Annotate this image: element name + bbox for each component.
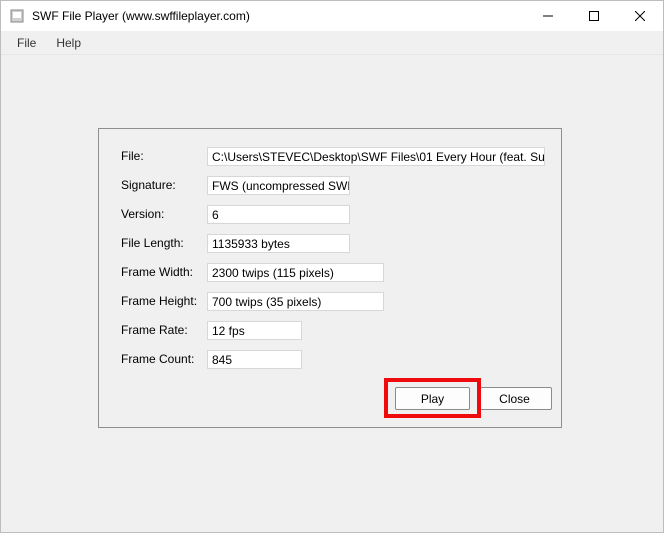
file-length-label: File Length: <box>121 236 207 250</box>
frame-width-field[interactable]: 2300 twips (115 pixels) <box>207 263 384 282</box>
info-panel: File: C:\Users\STEVEC\Desktop\SWF Files\… <box>98 128 562 428</box>
menubar: File Help <box>1 31 663 55</box>
frame-height-field[interactable]: 700 twips (35 pixels) <box>207 292 384 311</box>
signature-field[interactable]: FWS (uncompressed SWF) <box>207 176 350 195</box>
signature-label: Signature: <box>121 178 207 192</box>
app-icon <box>9 8 25 24</box>
close-button[interactable]: Close <box>477 387 552 410</box>
frame-count-label: Frame Count: <box>121 352 207 366</box>
window-title: SWF File Player (www.swffileplayer.com) <box>32 9 525 23</box>
file-length-field[interactable]: 1135933 bytes <box>207 234 350 253</box>
version-field[interactable]: 6 <box>207 205 350 224</box>
frame-height-label: Frame Height: <box>121 294 207 308</box>
close-window-button[interactable] <box>617 1 663 31</box>
app-window: SWF File Player (www.swffileplayer.com) … <box>0 0 664 533</box>
frame-count-field[interactable]: 845 <box>207 350 302 369</box>
play-button[interactable]: Play <box>395 387 470 410</box>
frame-width-label: Frame Width: <box>121 265 207 279</box>
maximize-button[interactable] <box>571 1 617 31</box>
menu-help[interactable]: Help <box>46 33 91 53</box>
frame-rate-label: Frame Rate: <box>121 323 207 337</box>
titlebar: SWF File Player (www.swffileplayer.com) <box>1 1 663 31</box>
menu-file[interactable]: File <box>7 33 46 53</box>
window-controls <box>525 1 663 31</box>
minimize-button[interactable] <box>525 1 571 31</box>
file-label: File: <box>121 149 207 163</box>
frame-rate-field[interactable]: 12 fps <box>207 321 302 340</box>
version-label: Version: <box>121 207 207 221</box>
client-area: File: C:\Users\STEVEC\Desktop\SWF Files\… <box>1 55 663 532</box>
file-field[interactable]: C:\Users\STEVEC\Desktop\SWF Files\01 Eve… <box>207 147 545 166</box>
